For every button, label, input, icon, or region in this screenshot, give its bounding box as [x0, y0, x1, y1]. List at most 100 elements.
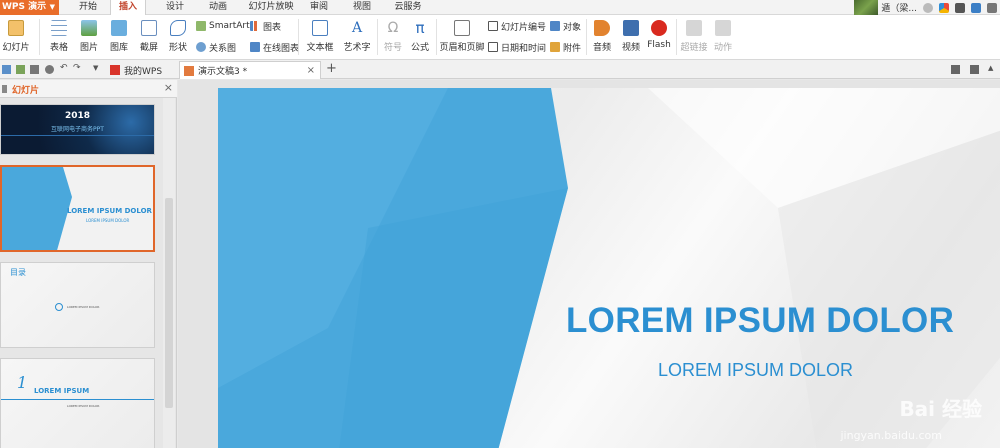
picture-button[interactable]: 图片 [74, 15, 104, 60]
divider [586, 19, 587, 55]
export-icon[interactable] [16, 65, 25, 74]
gallery-button[interactable]: 图库 [104, 15, 134, 60]
textbox-button[interactable]: 文本框 [302, 15, 338, 60]
attachment-button[interactable]: 附件 [550, 40, 581, 54]
ribbon-insert: 幻灯片 表格 图片 图库 截屏 形状 SmartArt 图表 关系图 在线图表 … [0, 15, 1000, 60]
header-footer-button[interactable]: 页眉和页脚 [438, 15, 486, 60]
action-button[interactable]: 动作 [710, 15, 736, 60]
avatar[interactable] [854, 0, 879, 15]
gallery-label: 图库 [109, 43, 128, 53]
slide-panel: 幻灯片 × 2018 互联网电子商务PPT LOREM IPSUM DOLOR … [0, 80, 177, 448]
user-name[interactable]: 遁（梁... [878, 1, 920, 14]
video-button[interactable]: 视频 [617, 15, 645, 60]
chart-button[interactable]: 图表 [250, 19, 281, 33]
close-icon[interactable]: × [307, 65, 315, 76]
slide-thumbnail-1[interactable]: 2018 互联网电子商务PPT [0, 104, 155, 155]
tab-cloud[interactable]: 云服务 [388, 0, 428, 15]
datetime-button[interactable]: 日期和时间 [488, 40, 546, 54]
shape-label: 形状 [168, 43, 187, 53]
new-slide-label: 幻灯片 [2, 43, 30, 53]
hyperlink-button[interactable]: 超链接 [678, 15, 710, 60]
sync-icon[interactable] [923, 2, 933, 13]
app-menu-button[interactable]: WPS 演示 ▼ [0, 0, 59, 15]
help-icon[interactable] [987, 2, 997, 13]
undo-icon[interactable]: ↶ [60, 63, 69, 73]
divider [298, 19, 299, 55]
divider [676, 19, 677, 55]
omega-icon: Ω [387, 20, 399, 36]
formula-label: 公式 [410, 43, 429, 53]
tab-presentation3[interactable]: 演示文稿3 * × [179, 61, 321, 79]
wps-logo-icon [110, 65, 120, 75]
expand-icon[interactable]: ▲ [988, 64, 997, 73]
speaker-icon [594, 20, 610, 36]
save-icon[interactable] [2, 65, 11, 74]
scrollbar-thumb[interactable] [165, 198, 173, 408]
presentation-file-icon [184, 65, 194, 76]
attachment-label: 附件 [563, 43, 582, 54]
slide-title[interactable]: LOREM IPSUM DOLOR [566, 301, 954, 341]
thumbnail-line [1, 135, 154, 136]
audio-button[interactable]: 音频 [588, 15, 616, 60]
smartart-button[interactable]: SmartArt [196, 19, 250, 33]
online-chart-icon [250, 42, 260, 52]
tab-home[interactable]: 开始 [70, 0, 106, 15]
skin-icon[interactable] [939, 2, 949, 13]
chart-label: 图表 [263, 22, 282, 33]
tab-my-wps[interactable]: 我的WPS [106, 61, 174, 79]
thumbnail-toc-title: 目录 [10, 268, 26, 277]
symbol-label: 符号 [383, 43, 402, 53]
pin-icon[interactable] [951, 65, 960, 74]
flash-button[interactable]: Flash [645, 15, 673, 60]
close-icon[interactable]: × [164, 81, 173, 94]
slide-subtitle[interactable]: LOREM IPSUM DOLOR [658, 360, 853, 381]
tab-slideshow[interactable]: 幻灯片放映 [242, 0, 300, 15]
slide-panel-title[interactable]: 幻灯片 [12, 83, 39, 96]
settings-icon[interactable] [955, 2, 965, 13]
slide-number-button[interactable]: 幻灯片编号 [488, 19, 546, 33]
shape-button[interactable]: 形状 [163, 15, 193, 60]
outline-icon[interactable] [2, 85, 7, 93]
slide-panel-scrollbar[interactable] [163, 98, 175, 448]
slide-thumbnail-2[interactable]: LOREM IPSUM DOLOR LOREM IPSUM DOLOR [0, 165, 155, 252]
header-footer-icon [454, 20, 470, 36]
thumbnail-section-number: 1 [17, 373, 28, 392]
flash-icon [651, 20, 667, 36]
chart-icon [250, 21, 260, 31]
slide-thumbnail-3[interactable]: 目录 LOREM IPSUM DOLOR [0, 262, 155, 348]
wps-window: WPS 演示 ▼ 开始 插入 设计 动画 幻灯片放映 审阅 视图 云服务 遁（梁… [0, 0, 1000, 448]
tab-insert[interactable]: 插入 [110, 0, 146, 16]
new-slide-button[interactable]: 幻灯片 [0, 15, 36, 60]
wordart-button[interactable]: A 艺术字 [339, 15, 375, 60]
slide-number-label: 幻灯片编号 [501, 22, 547, 33]
tab-view[interactable]: 视图 [345, 0, 379, 15]
current-slide[interactable]: LOREM IPSUM DOLOR LOREM IPSUM DOLOR [218, 88, 1000, 448]
symbol-button[interactable]: Ω 符号 [379, 15, 407, 60]
flash-label: Flash [647, 40, 671, 50]
preview-icon[interactable] [45, 65, 54, 74]
formula-button[interactable]: π 公式 [407, 15, 433, 60]
slide-panel-header: 幻灯片 × [0, 80, 177, 98]
shape-icon [170, 20, 186, 36]
slide-thumbnail-4[interactable]: 1 LOREM IPSUM LOREM IPSUM DOLOR [0, 358, 155, 448]
new-tab-icon[interactable]: + [326, 61, 337, 76]
share-icon[interactable] [971, 2, 981, 13]
print-icon[interactable] [30, 65, 39, 74]
wordart-label: 艺术字 [343, 43, 371, 53]
tab-design[interactable]: 设计 [157, 0, 193, 15]
table-button[interactable]: 表格 [44, 15, 74, 60]
redo-icon[interactable]: ↷ [73, 63, 82, 73]
slide-background-shapes [218, 88, 1000, 448]
thumbnail-subtitle: 互联网电子商务PPT [51, 126, 104, 133]
tab-animation[interactable]: 动画 [200, 0, 236, 15]
screenshot-label: 截屏 [139, 43, 158, 53]
restore-icon[interactable] [970, 65, 979, 74]
customize-icon[interactable]: ▼ [93, 64, 102, 73]
screenshot-icon [141, 20, 157, 36]
tab-review[interactable]: 审阅 [302, 0, 336, 15]
object-button[interactable]: 对象 [550, 19, 581, 33]
online-chart-button[interactable]: 在线图表 [250, 40, 299, 54]
picture-label: 图片 [79, 43, 98, 53]
relation-button[interactable]: 关系图 [196, 40, 236, 54]
screenshot-button[interactable]: 截屏 [134, 15, 164, 60]
